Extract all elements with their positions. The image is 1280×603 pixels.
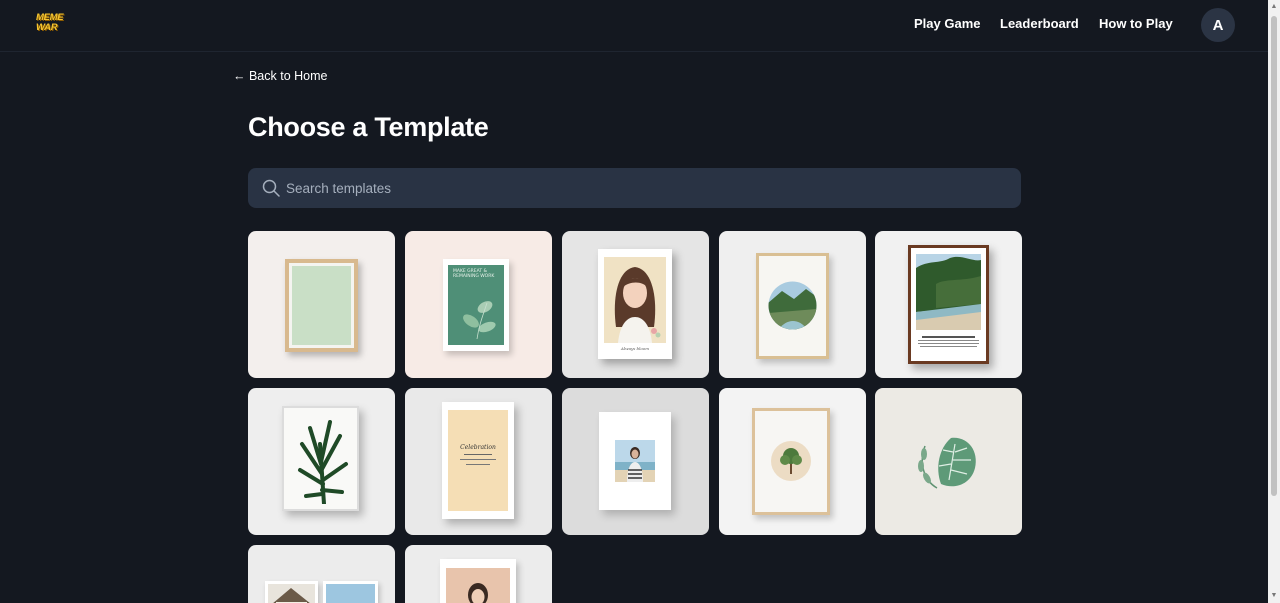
template-card[interactable]: Always bloom [562, 231, 709, 378]
search-icon [262, 179, 280, 197]
back-to-home-link[interactable]: ← Back to Home [233, 69, 327, 83]
template-card[interactable] [562, 388, 709, 535]
template-card[interactable] [248, 231, 395, 378]
tree-circle-icon [771, 441, 811, 481]
template-card[interactable] [405, 545, 552, 603]
template-card[interactable] [875, 388, 1022, 535]
template-card[interactable] [248, 545, 395, 603]
template-thumbnail: MAKE GREAT & REMAINING WORK [443, 259, 509, 351]
template-thumbnail [599, 412, 671, 510]
template-thumbnail [752, 408, 830, 515]
leaf-icon [463, 301, 496, 340]
portrait-illustration-icon [614, 267, 661, 343]
landscape-circle-icon [768, 281, 817, 330]
portrait-icon [468, 583, 488, 603]
portrait-caption: Always bloom [620, 346, 649, 351]
template-card[interactable] [875, 231, 1022, 378]
house-icon [268, 584, 315, 603]
meme-war-logo[interactable]: MEME WAR [36, 13, 64, 35]
template-thumbnail [756, 253, 829, 359]
template-thumbnail [265, 581, 318, 603]
scroll-up-arrow-icon[interactable]: ▲ [1270, 3, 1278, 11]
nav-play-game[interactable]: Play Game [914, 16, 981, 31]
template-thumbnail [440, 559, 516, 603]
template-thumbnail [285, 259, 358, 352]
template-thumbnail [282, 406, 359, 511]
template-thumbnail [908, 245, 989, 364]
top-navigation-bar: MEME WAR Play Game Leaderboard How to Pl… [0, 0, 1268, 52]
template-card[interactable]: MAKE GREAT & REMAINING WORK [405, 231, 552, 378]
invitation-title: Celebration [460, 444, 496, 451]
template-thumbnail: Celebration [442, 402, 514, 519]
palm-leaf-icon [298, 420, 348, 504]
template-card[interactable] [719, 231, 866, 378]
template-card[interactable]: Celebration [405, 388, 552, 535]
nav-how-to-play[interactable]: How to Play [1099, 16, 1173, 31]
template-card[interactable] [248, 388, 395, 535]
search-bar [248, 168, 1021, 208]
logo-line-2: WAR [36, 21, 58, 33]
scroll-down-arrow-icon[interactable]: ▼ [1270, 592, 1278, 600]
template-card[interactable] [719, 388, 866, 535]
beach-portrait-icon [615, 440, 655, 482]
page-title: Choose a Template [248, 112, 489, 142]
poster-text: MAKE GREAT & REMAINING WORK [453, 269, 495, 279]
nav-leaderboard[interactable]: Leaderboard [1000, 16, 1079, 31]
user-avatar[interactable]: A [1201, 8, 1235, 42]
template-thumbnail [323, 581, 378, 603]
leaf-wreath-icon [918, 437, 976, 489]
template-thumbnail: Always bloom [598, 249, 672, 359]
search-input[interactable] [286, 168, 1006, 208]
scrollbar-thumb[interactable] [1271, 16, 1277, 496]
beach-landscape-icon [916, 254, 981, 330]
